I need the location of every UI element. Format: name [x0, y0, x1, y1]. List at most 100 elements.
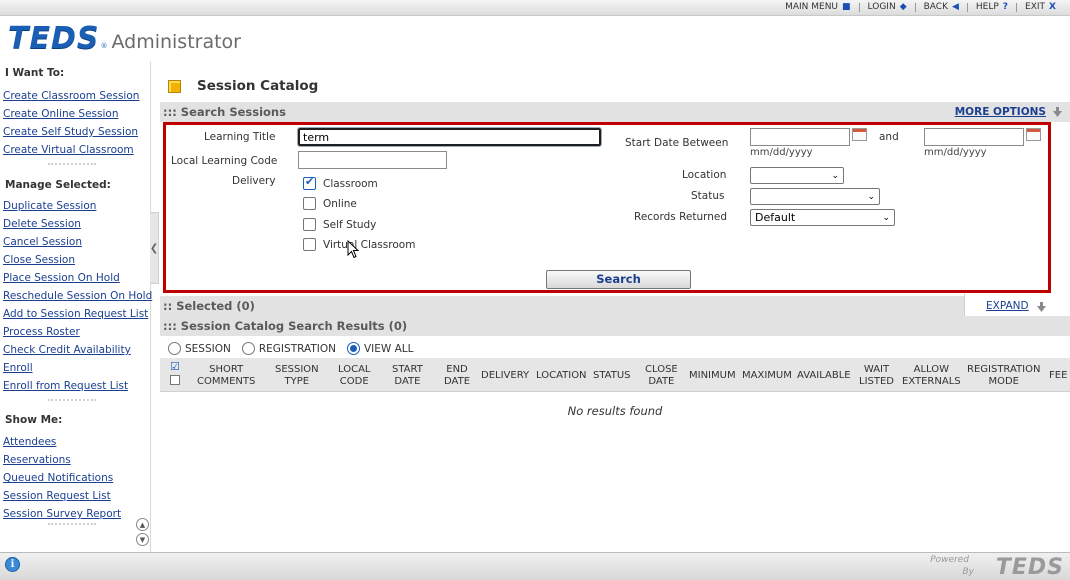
exit-link[interactable]: EXIT X [1017, 2, 1064, 12]
expand-link[interactable]: EXPAND [986, 300, 1029, 312]
more-options-link[interactable]: MORE OPTIONS [955, 102, 1046, 122]
checkmark-icon: ☑ [170, 360, 180, 373]
sidebar-item-delete-session[interactable]: Delete Session [0, 215, 150, 233]
sidebar-item-place-session-on-hold[interactable]: Place Session On Hold [0, 269, 150, 287]
location-select[interactable]: ⌄ [750, 167, 844, 184]
view-options: SESSION REGISTRATION VIEW ALL [168, 342, 425, 355]
col-fee[interactable]: FEE [1049, 370, 1067, 382]
footer: i Powered By TEDS [0, 552, 1070, 580]
info-icon[interactable]: i [5, 557, 20, 572]
teds-logo: TEDS ® Administrator [8, 24, 241, 54]
self-study-label: Self Study [323, 218, 377, 231]
learning-title-label: Learning Title [204, 131, 276, 143]
virtual-classroom-label: Virtual Classroom [323, 238, 416, 251]
self-study-checkbox[interactable] [303, 218, 316, 231]
back-link[interactable]: BACK ◀ [916, 2, 967, 12]
sidebar-item-cancel-session[interactable]: Cancel Session [0, 233, 150, 251]
col-label: START [392, 364, 423, 375]
col-label: SHORT [209, 364, 244, 375]
back-arrow-icon: ◀ [951, 2, 959, 12]
learning-title-input[interactable] [297, 127, 602, 147]
scroll-down-icon[interactable]: ▼ [136, 533, 149, 546]
sidebar-item-queued-notifications[interactable]: Queued Notifications [0, 469, 150, 487]
sidebar-item-create-virtual-classroom[interactable]: Create Virtual Classroom [0, 141, 150, 159]
delivery-option-online[interactable]: Online [303, 197, 357, 210]
sidebar-item-enroll[interactable]: Enroll [0, 359, 150, 377]
sidebar-collapse-handle[interactable]: ❮ [150, 212, 159, 284]
start-date-label: Start Date Between [625, 137, 729, 149]
powered-label: Powered [930, 555, 969, 565]
sidebar-heading: Show Me: [5, 414, 63, 426]
view-option-session[interactable]: SESSION [168, 342, 231, 355]
start-date-to-input[interactable] [924, 128, 1024, 146]
sidebar-item-enroll-from-request-list[interactable]: Enroll from Request List [0, 377, 150, 395]
col-allow-externals[interactable]: ALLOW EXTERNALS [902, 364, 961, 388]
records-returned-select[interactable]: Default ⌄ [750, 209, 895, 226]
col-status[interactable]: STATUS [593, 370, 631, 382]
col-location[interactable]: LOCATION [536, 370, 587, 382]
registration-radio[interactable] [241, 342, 255, 355]
delivery-option-classroom[interactable]: Classroom [303, 175, 378, 190]
col-maximum[interactable]: MAXIMUM [742, 370, 792, 382]
status-select[interactable]: ⌄ [750, 188, 880, 205]
delivery-option-self-study[interactable]: Self Study [303, 218, 376, 231]
search-sessions-bar: ::: Search Sessions MORE OPTIONS [160, 102, 1070, 122]
col-session-type[interactable]: SESSION TYPE [275, 364, 319, 388]
selected-bar: :: Selected (0) [160, 296, 964, 316]
divider [48, 523, 96, 533]
sidebar-item-create-self-study-session[interactable]: Create Self Study Session [0, 123, 150, 141]
sidebar-item-add-to-session-request-list[interactable]: Add to Session Request List [0, 305, 150, 323]
sidebar-item-create-online-session[interactable]: Create Online Session [0, 105, 150, 123]
col-available[interactable]: AVAILABLE [797, 370, 851, 382]
sidebar-item-close-session[interactable]: Close Session [0, 251, 150, 269]
classroom-checkbox[interactable] [303, 175, 316, 190]
session-radio[interactable] [168, 342, 181, 355]
main-content: Session Catalog ::: Search Sessions MORE… [160, 62, 1070, 552]
calendar-icon[interactable] [1026, 128, 1041, 141]
view-option-registration[interactable]: REGISTRATION [241, 342, 336, 355]
logo-mark: TEDS [8, 21, 100, 56]
sidebar-item-session-survey-report[interactable]: Session Survey Report [0, 505, 150, 523]
col-close-date[interactable]: CLOSE DATE [645, 364, 678, 388]
sidebar-item-process-roster[interactable]: Process Roster [0, 323, 150, 341]
online-checkbox[interactable] [303, 197, 316, 210]
sidebar-item-check-credit-availability[interactable]: Check Credit Availability [0, 341, 150, 359]
col-local-code[interactable]: LOCAL CODE [338, 364, 370, 388]
main-menu-link[interactable]: MAIN MENU ■ [777, 2, 858, 12]
col-label: WAIT [863, 364, 890, 375]
arrow-down-icon [1037, 302, 1046, 312]
records-returned-label: Records Returned [634, 211, 728, 223]
page-header: Session Catalog [168, 78, 318, 94]
col-label: LISTED [859, 376, 894, 387]
col-label: LOCAL [338, 364, 371, 375]
sidebar-item-duplicate-session[interactable]: Duplicate Session [0, 197, 150, 215]
login-link[interactable]: LOGIN ◆ [860, 2, 915, 12]
select-all-control[interactable]: ☑ [170, 360, 180, 385]
scroll-up-icon[interactable]: ▲ [136, 518, 149, 531]
sidebar-item-attendees[interactable]: Attendees [0, 433, 150, 451]
col-short-comments[interactable]: SHORT COMMENTS [197, 364, 255, 388]
col-start-date[interactable]: START DATE [392, 364, 423, 388]
col-minimum[interactable]: MINIMUM [689, 370, 736, 382]
col-end-date[interactable]: END DATE [444, 364, 470, 388]
help-link[interactable]: HELP ? [968, 2, 1016, 12]
view-option-view-all[interactable]: VIEW ALL [346, 342, 414, 355]
col-label: CODE [339, 376, 369, 387]
sidebar-item-reservations[interactable]: Reservations [0, 451, 150, 469]
search-button[interactable]: Search [546, 270, 691, 289]
sidebar-item-create-classroom-session[interactable]: Create Classroom Session [0, 87, 150, 105]
select-all-checkbox[interactable] [170, 375, 180, 385]
view-all-radio[interactable] [346, 342, 360, 355]
col-label: DATE [648, 376, 675, 387]
calendar-icon[interactable] [852, 128, 867, 141]
start-date-from-input[interactable] [750, 128, 850, 146]
sidebar-item-reschedule-session-on-hold[interactable]: Reschedule Session On Hold [0, 287, 152, 305]
virtual-classroom-checkbox[interactable] [303, 238, 316, 251]
search-form: Learning Title Local Learning Code Deliv… [163, 122, 1051, 293]
local-learning-code-input[interactable] [298, 151, 447, 169]
col-delivery[interactable]: DELIVERY [481, 370, 529, 382]
col-wait-listed[interactable]: WAIT LISTED [859, 364, 894, 388]
sidebar-item-session-request-list[interactable]: Session Request List [0, 487, 150, 505]
arrow-down-icon [1053, 107, 1062, 117]
col-registration-mode[interactable]: REGISTRATION MODE [967, 364, 1040, 388]
